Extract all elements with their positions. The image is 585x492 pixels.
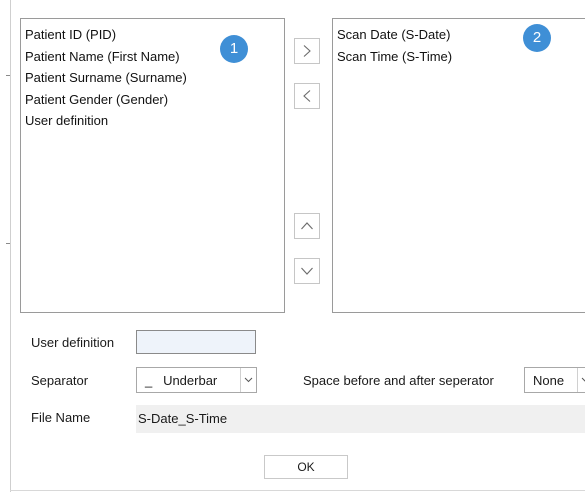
chevron-right-icon xyxy=(303,45,311,57)
step-badge-2: 2 xyxy=(523,24,551,52)
edge-tick xyxy=(6,243,10,244)
chevron-down-icon xyxy=(240,368,256,392)
list-item[interactable]: Patient Surname (Surname) xyxy=(25,67,187,89)
chevron-left-icon xyxy=(303,90,311,102)
available-fields-list[interactable]: Patient ID (PID) Patient Name (First Nam… xyxy=(20,18,285,313)
file-name-label: File Name xyxy=(31,410,91,425)
dialog-left-edge xyxy=(10,0,11,492)
step-badge-1: 1 xyxy=(220,35,248,63)
space-select[interactable]: None xyxy=(524,367,585,393)
separator-value: _ Underbar xyxy=(145,372,218,388)
edge-tick xyxy=(6,75,10,76)
chevron-down-icon xyxy=(301,267,313,275)
separator-label: Separator xyxy=(31,373,89,388)
user-definition-label: User definition xyxy=(31,335,115,350)
move-up-button[interactable] xyxy=(294,213,320,239)
available-fields-items: Patient ID (PID) Patient Name (First Nam… xyxy=(25,24,187,132)
file-name-field: S-Date_S-Time xyxy=(136,405,585,433)
chevron-down-icon xyxy=(577,368,585,392)
user-definition-input[interactable] xyxy=(136,330,256,354)
chevron-up-icon xyxy=(301,222,313,230)
space-value: None xyxy=(533,372,565,388)
list-item[interactable]: Patient Gender (Gender) xyxy=(25,89,187,111)
list-item[interactable]: Patient ID (PID) xyxy=(25,24,187,46)
move-down-button[interactable] xyxy=(294,258,320,284)
list-item[interactable]: Patient Name (First Name) xyxy=(25,46,187,68)
dialog-bottom-edge xyxy=(10,490,585,491)
move-left-button[interactable] xyxy=(294,83,320,109)
ok-button[interactable]: OK xyxy=(264,455,348,479)
list-item[interactable]: User definition xyxy=(25,110,187,132)
selected-fields-list[interactable]: Scan Date (S-Date) Scan Time (S-Time) xyxy=(332,18,585,313)
list-item[interactable]: Scan Time (S-Time) xyxy=(337,46,452,68)
selected-fields-items: Scan Date (S-Date) Scan Time (S-Time) xyxy=(337,24,452,67)
separator-select[interactable]: _ Underbar xyxy=(136,367,257,393)
list-item[interactable]: Scan Date (S-Date) xyxy=(337,24,452,46)
move-right-button[interactable] xyxy=(294,38,320,64)
space-setting-label: Space before and after seperator xyxy=(303,373,494,388)
